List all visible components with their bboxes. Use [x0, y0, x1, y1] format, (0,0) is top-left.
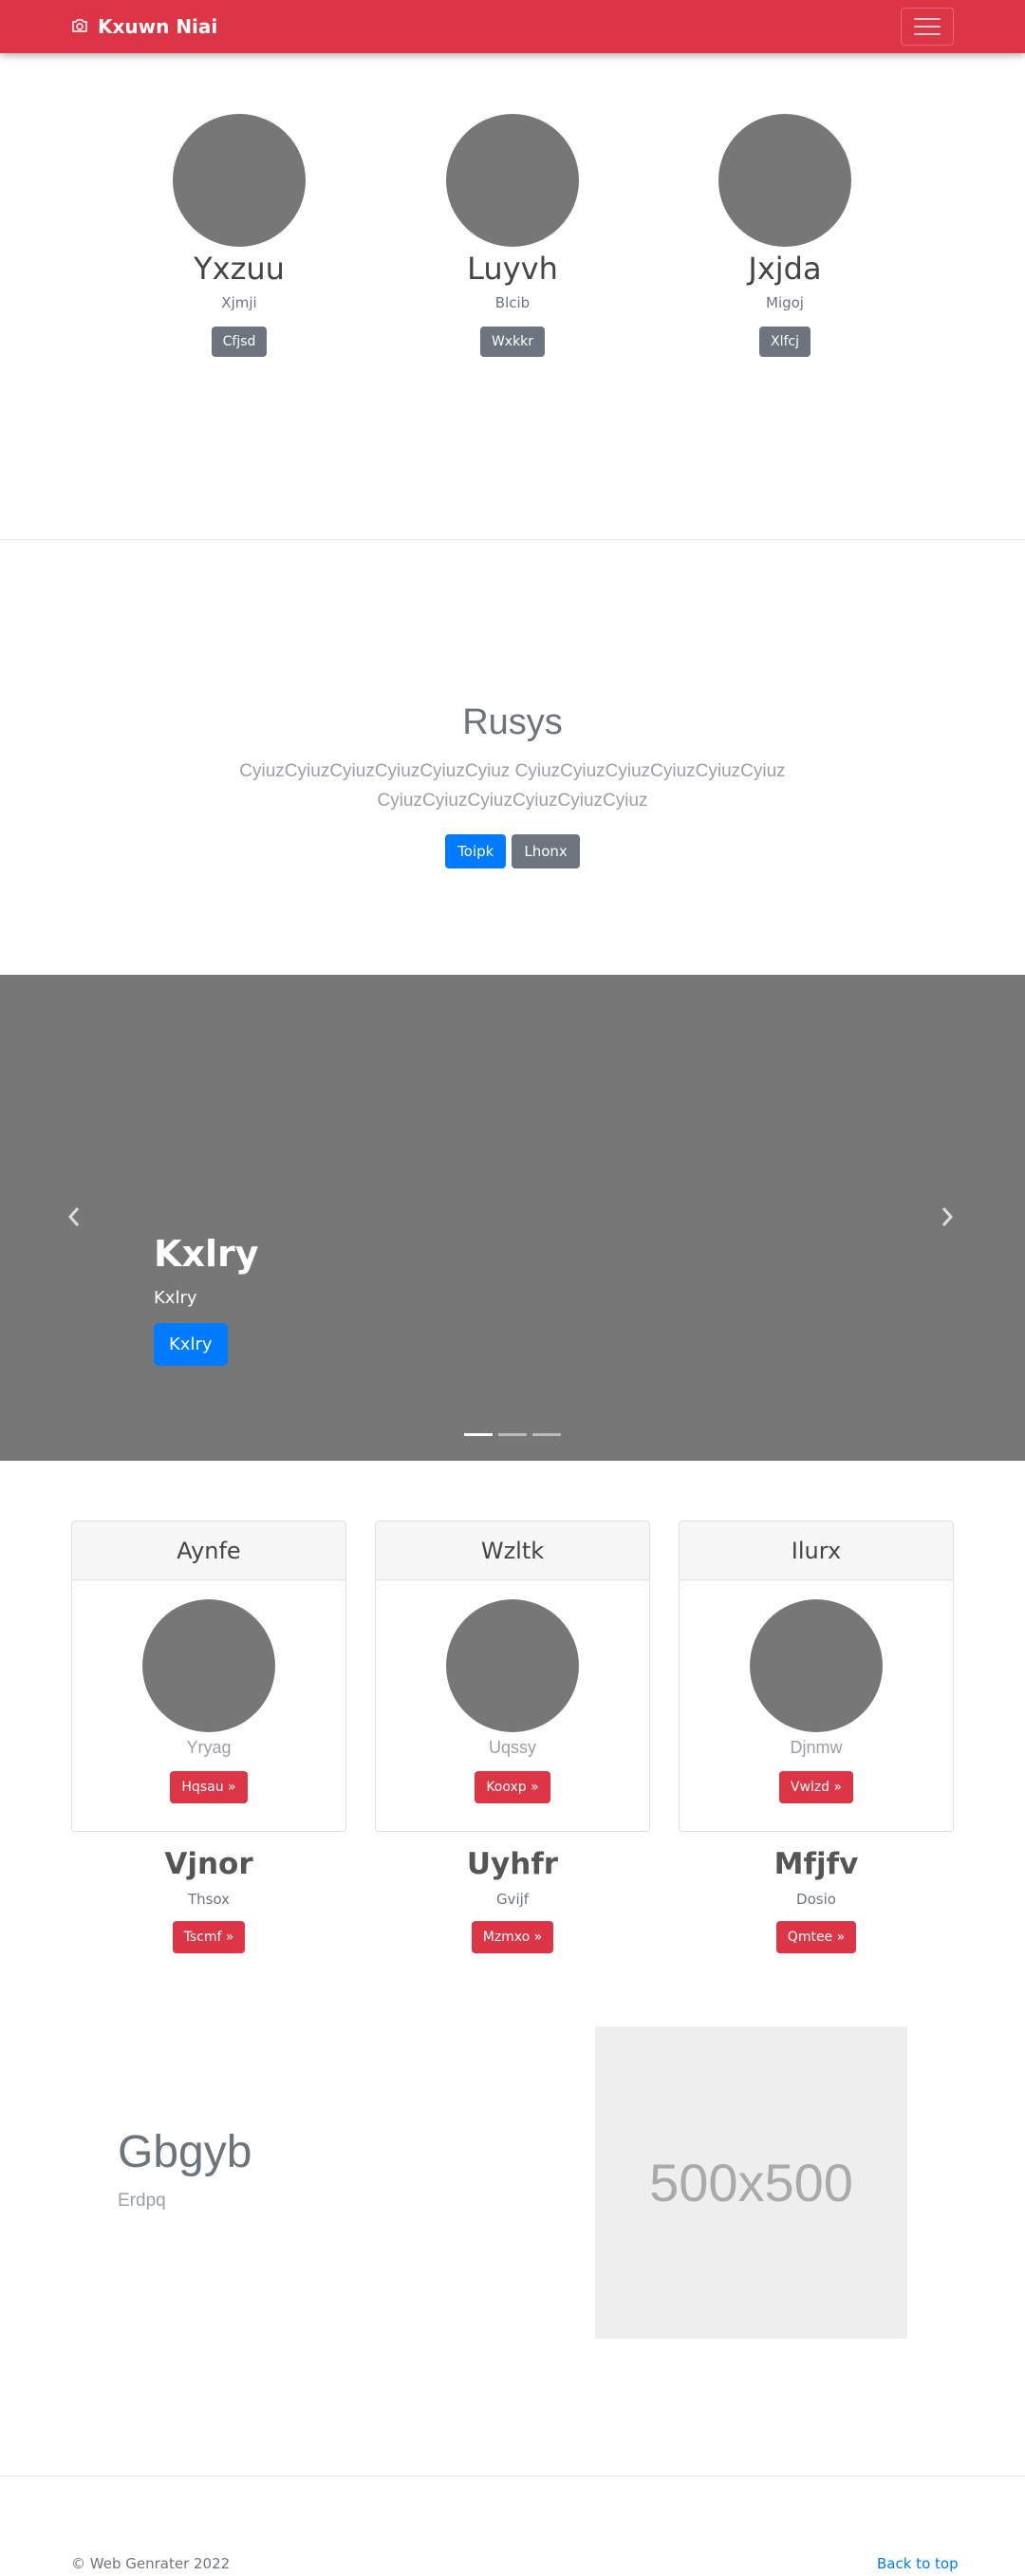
- carousel-indicator-3[interactable]: [532, 1433, 561, 1436]
- split-subtitle: Erdpq: [118, 2191, 166, 2211]
- hero-primary-button[interactable]: Toipk: [445, 834, 507, 868]
- hero-buttons: Toipk Lhonx: [0, 834, 1025, 868]
- carousel-caption: Kxlry Kxlry Kxlry: [154, 1233, 259, 1366]
- member-button[interactable]: Xlfcj: [759, 327, 811, 358]
- navbar-brand[interactable]: Kxuwn Niai: [71, 15, 217, 38]
- hero-title: Rusys: [462, 702, 563, 742]
- hero-lead-text: CyiuzCyiuzCyiuzCyiuzCyiuzCyiuz CyiuzCyiu…: [239, 761, 786, 811]
- feature-1: Vjnor Thsox Tscmf »: [71, 1847, 346, 1953]
- card-text: Uqssy: [488, 1738, 536, 1757]
- member-button[interactable]: Cfjsd: [211, 327, 268, 358]
- avatar: [446, 114, 579, 247]
- carousel: Kxlry Kxlry Kxlry: [0, 975, 1025, 1461]
- feature-2: Uyhfr Gvijf Mzmxo »: [375, 1847, 650, 1953]
- card-body: Uqssy Kooxp »: [376, 1580, 649, 1803]
- carousel-text: Kxlry: [154, 1288, 197, 1308]
- carousel-indicators: [0, 1433, 1025, 1436]
- feature-button[interactable]: Qmtee »: [775, 1921, 857, 1953]
- card-body: Yryag Hqsau »: [72, 1580, 345, 1803]
- feature-3: Mfjfv Dosio Qmtee »: [679, 1847, 954, 1953]
- camera-icon: [71, 15, 88, 38]
- feature-title: Uyhfr: [466, 1847, 559, 1881]
- card-1: Aynfe Yryag Hqsau »: [71, 1521, 346, 1832]
- split-title: Gbgyb: [118, 2127, 252, 2177]
- feature-button[interactable]: Tscmf »: [172, 1921, 246, 1953]
- hamburger-icon: [914, 18, 941, 20]
- member-name: Luyvh: [467, 251, 558, 287]
- carousel-indicator-2[interactable]: [498, 1433, 527, 1436]
- feature-subtitle: Dosio: [796, 1891, 836, 1908]
- card-image: [446, 1599, 579, 1732]
- member-subtitle: Xjmji: [221, 294, 257, 312]
- card-button[interactable]: Hqsau »: [170, 1771, 248, 1803]
- hero-section: Rusys CyiuzCyiuzCyiuzCyiuzCyiuzCyiuz Cyi…: [0, 702, 1025, 868]
- chevron-left-icon[interactable]: [66, 1204, 82, 1233]
- card-text: Yryag: [186, 1738, 232, 1757]
- carousel-button[interactable]: Kxlry: [154, 1323, 228, 1366]
- feature-button[interactable]: Mzmxo »: [471, 1921, 554, 1953]
- team-member-3: Jxjda Migoj Xlfcj: [680, 114, 889, 358]
- card-header: Ilurx: [680, 1521, 953, 1580]
- card-2: Wzltk Uqssy Kooxp »: [375, 1521, 650, 1832]
- footer-divider: [0, 2475, 1025, 2476]
- member-subtitle: Migoj: [766, 294, 804, 312]
- card-3: Ilurx Djnmw Vwlzd »: [679, 1521, 954, 1832]
- chevron-right-icon[interactable]: [940, 1204, 955, 1233]
- member-name: Yxzuu: [194, 251, 285, 287]
- card-button[interactable]: Vwlzd »: [778, 1771, 854, 1803]
- member-button[interactable]: Wxkkr: [479, 327, 546, 358]
- back-to-top-link[interactable]: Back to top: [877, 2555, 959, 2572]
- member-subtitle: Blcib: [494, 294, 531, 312]
- avatar: [718, 114, 851, 247]
- member-name: Jxjda: [748, 251, 822, 287]
- feature-title: Vjnor: [164, 1847, 253, 1881]
- navbar-toggle-button[interactable]: [901, 8, 954, 46]
- avatar: [173, 114, 306, 247]
- card-image: [142, 1599, 275, 1732]
- hero-secondary-button[interactable]: Lhonx: [512, 834, 580, 868]
- brand-name: Kxuwn Niai: [98, 15, 218, 38]
- card-text: Djnmw: [790, 1738, 843, 1757]
- card-header: Aynfe: [72, 1521, 345, 1580]
- feature-subtitle: Thsox: [187, 1891, 231, 1908]
- navbar: Kxuwn Niai: [0, 0, 1025, 53]
- card-header: Wzltk: [376, 1521, 649, 1580]
- card-button[interactable]: Kooxp »: [475, 1771, 550, 1803]
- placeholder-image: 500x500: [595, 2026, 907, 2339]
- carousel-title: Kxlry: [154, 1233, 259, 1275]
- carousel-indicator-1[interactable]: [464, 1433, 493, 1436]
- section-divider: [0, 539, 1025, 540]
- feature-title: Mfjfv: [773, 1847, 859, 1881]
- card-body: Djnmw Vwlzd »: [680, 1580, 953, 1803]
- feature-subtitle: Gvijf: [495, 1891, 530, 1908]
- team-member-1: Yxzuu Xjmji Cfjsd: [135, 114, 344, 358]
- team-member-2: Luyvh Blcib Wxkkr: [408, 114, 617, 358]
- card-image: [750, 1599, 883, 1732]
- footer-copyright: © Web Genrater 2022: [71, 2555, 231, 2572]
